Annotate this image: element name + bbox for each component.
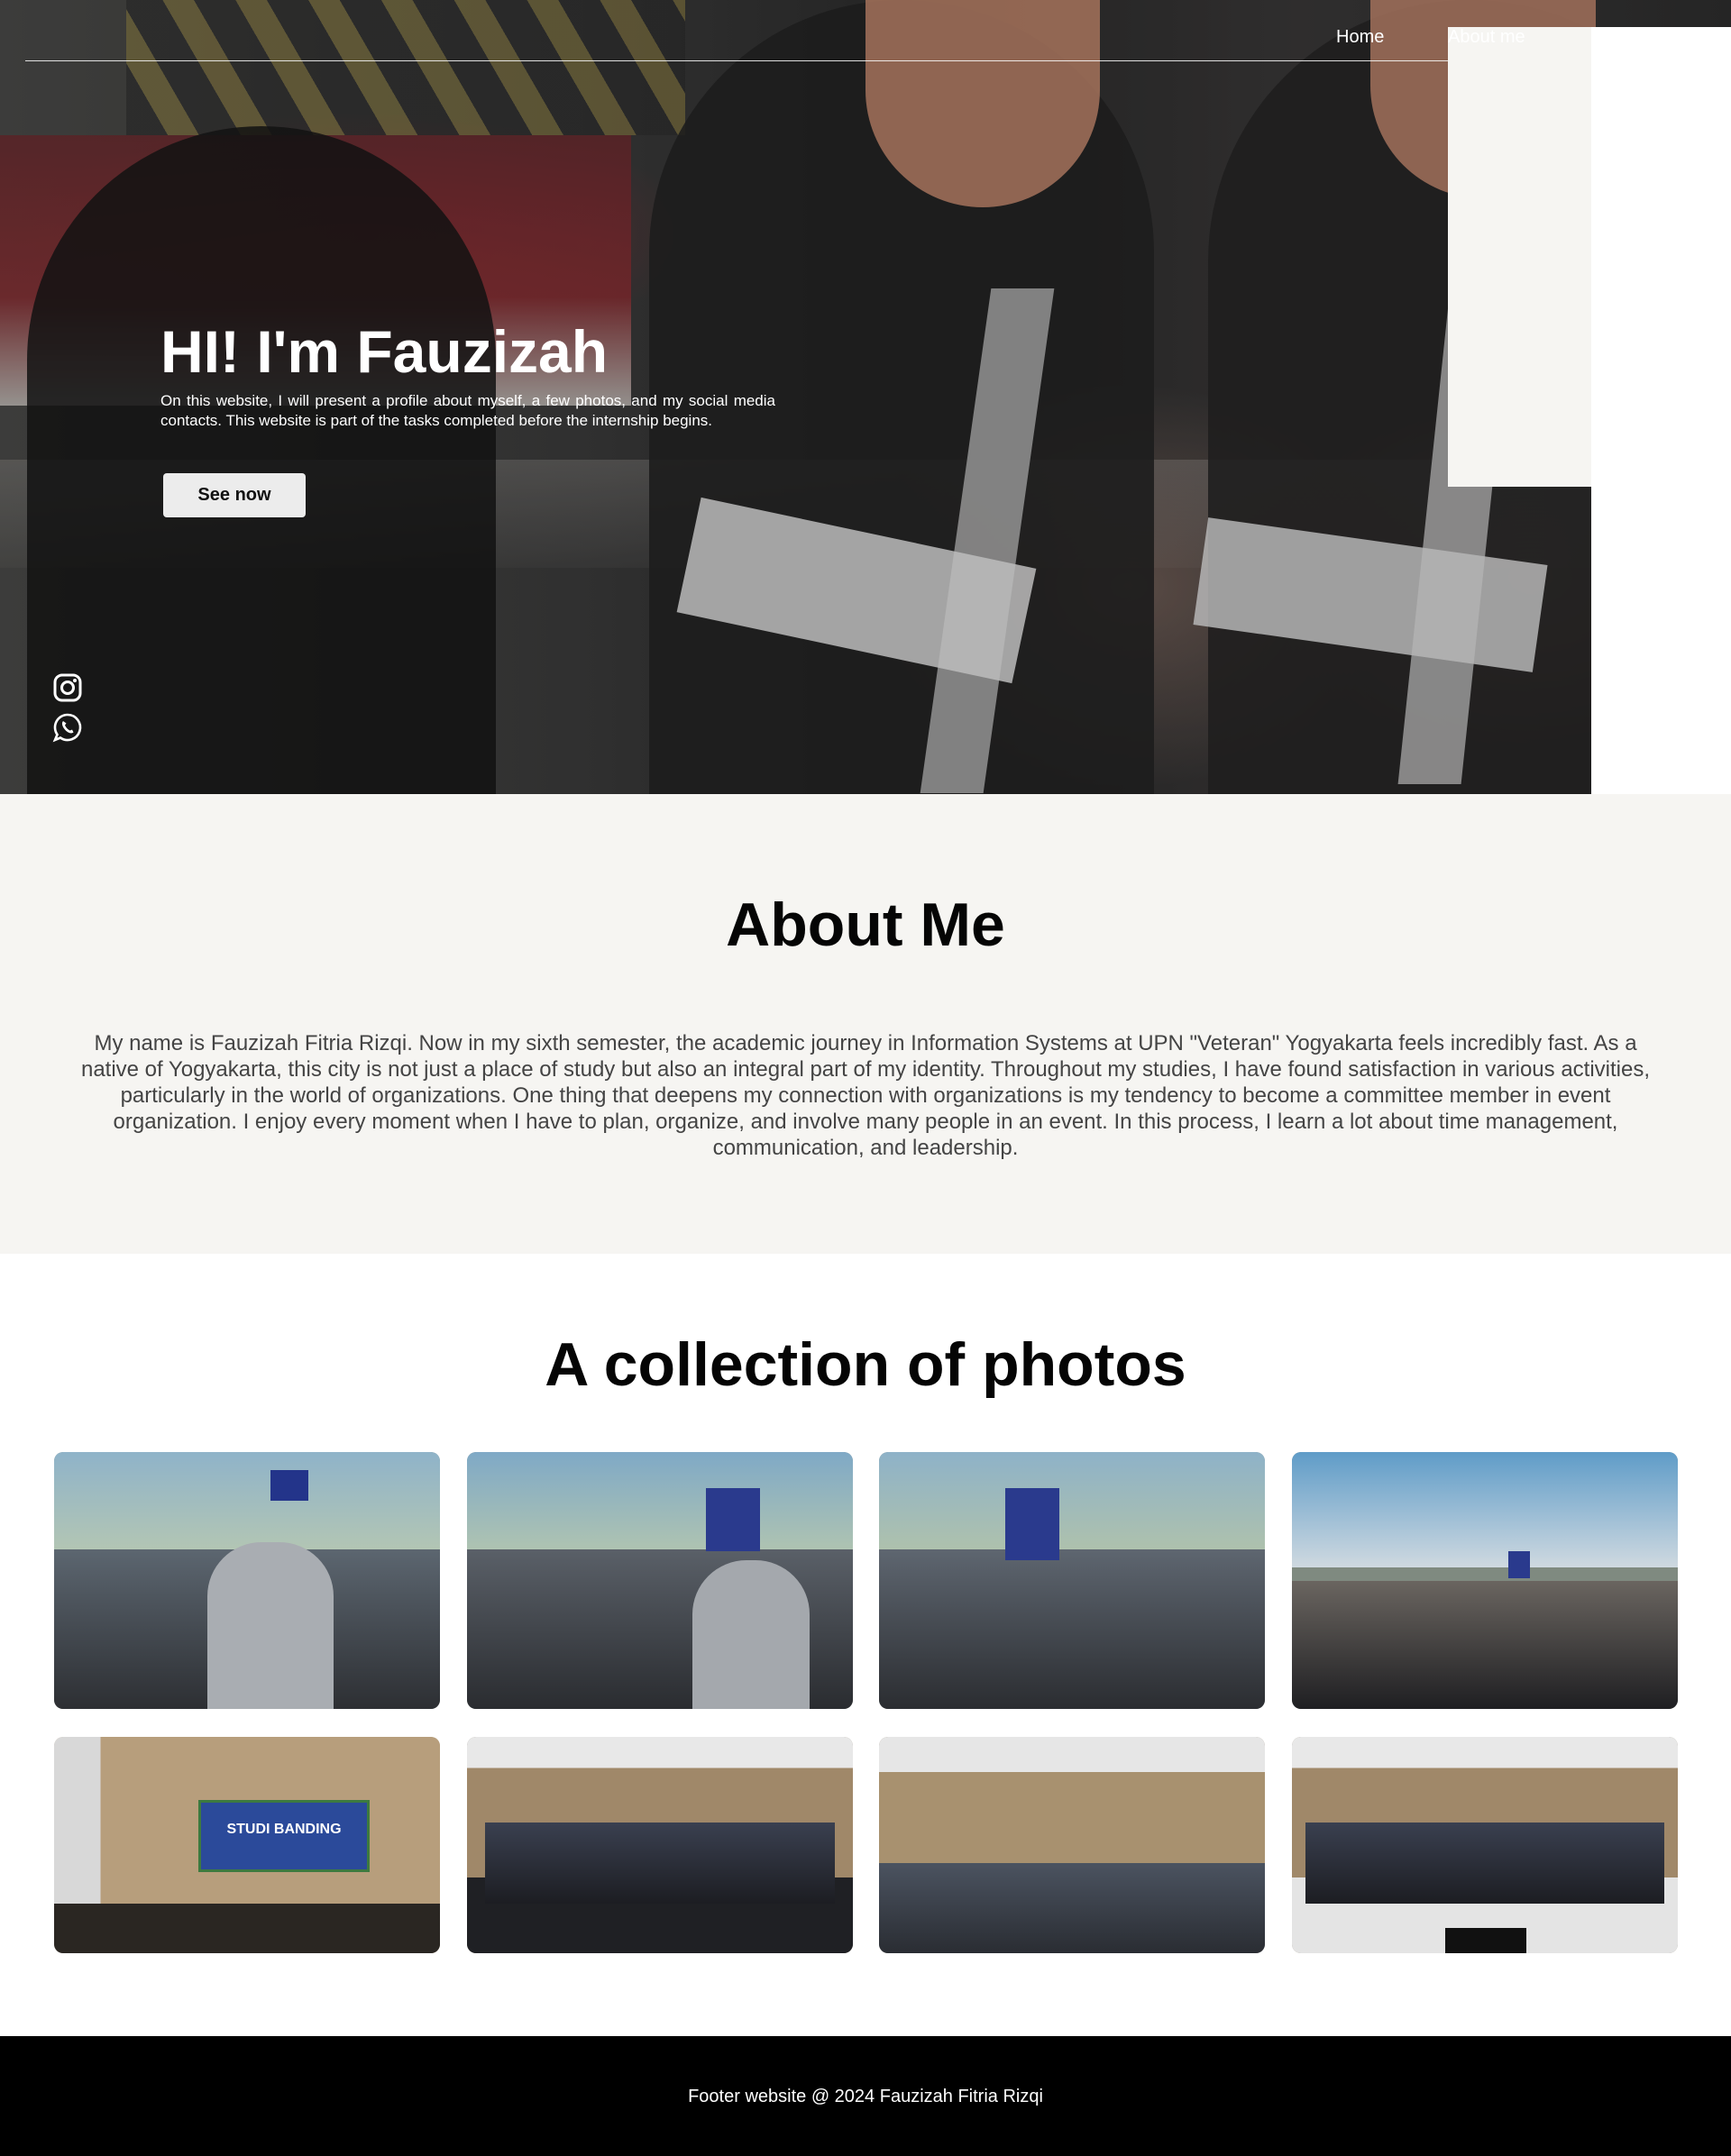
gallery-photo-3[interactable] — [879, 1452, 1265, 1709]
photo-wall — [879, 1737, 1265, 1877]
gallery-photo-4[interactable] — [1292, 1452, 1678, 1709]
hero-subtitle: On this website, I will present a profil… — [160, 392, 775, 429]
gallery-photo-1[interactable] — [54, 1452, 440, 1709]
photo-crowd — [879, 1549, 1265, 1709]
photo-audience — [879, 1863, 1265, 1953]
nav-photos-link[interactable]: Photos — [1591, 27, 1731, 794]
whatsapp-icon[interactable] — [52, 712, 83, 743]
photo-flag — [270, 1470, 308, 1501]
photo-table — [54, 1904, 440, 1953]
photo-flag — [1005, 1488, 1059, 1560]
gallery-photo-5[interactable]: STUDI BANDING — [54, 1737, 440, 1953]
hero-section: Home About me Photos HI! I'm Fauzizah On… — [0, 0, 1731, 794]
photo-crowd — [485, 1823, 835, 1904]
gallery-photo-6[interactable] — [467, 1737, 853, 1953]
photo-crowd — [1292, 1580, 1678, 1709]
footer-text: Footer website @ 2024 Fauzizah Fitria Ri… — [688, 2087, 1043, 2106]
instagram-icon[interactable] — [52, 672, 83, 703]
photo-crowd — [1305, 1823, 1664, 1904]
nav-home-link[interactable]: Home — [1336, 27, 1384, 48]
photo-flag — [1508, 1551, 1530, 1578]
hero-title: HI! I'm Fauzizah — [160, 318, 609, 385]
top-nav: Home About me Photos — [25, 0, 1731, 794]
photo-banner: STUDI BANDING — [198, 1800, 370, 1872]
footer: Footer website @ 2024 Fauzizah Fitria Ri… — [0, 2036, 1731, 2156]
photos-heading: A collection of photos — [545, 1330, 1186, 1399]
photo-floor-stripe — [1445, 1928, 1526, 1953]
about-body: My name is Fauzizah Fitria Rizqi. Now in… — [80, 1031, 1651, 1160]
about-section: About Me My name is Fauzizah Fitria Rizq… — [0, 794, 1731, 1254]
gallery-photo-8[interactable] — [1292, 1737, 1678, 1953]
photo-mascot — [692, 1560, 810, 1709]
photo-mascot — [207, 1542, 334, 1709]
photo-flag — [706, 1488, 760, 1551]
gallery-photo-7[interactable] — [879, 1737, 1265, 1953]
about-heading: About Me — [726, 891, 1005, 959]
photo-sky — [1292, 1452, 1678, 1568]
see-now-button[interactable]: See now — [163, 473, 306, 517]
gallery-photo-2[interactable] — [467, 1452, 853, 1709]
photos-section: A collection of photos STUDI BANDING — [0, 1254, 1731, 2036]
